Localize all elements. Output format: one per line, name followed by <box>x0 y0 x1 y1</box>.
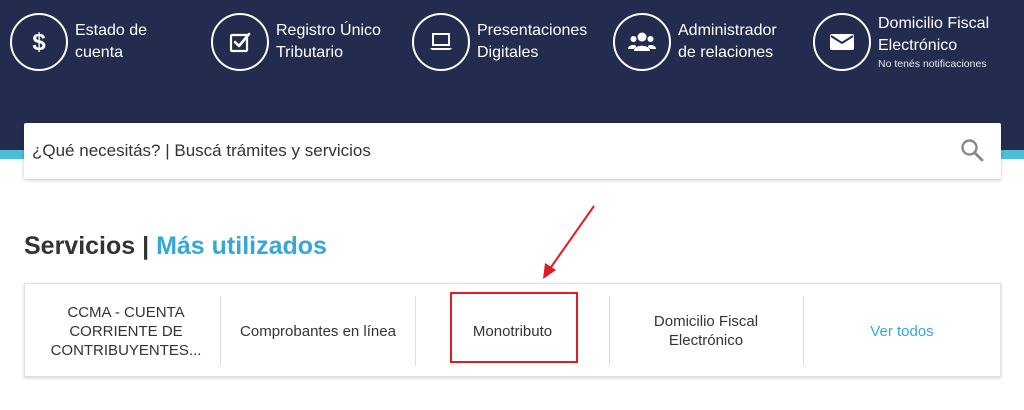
annotation-arrow <box>543 205 595 279</box>
page: $ Estado de cuenta Registro Único Tribut… <box>0 0 1024 410</box>
